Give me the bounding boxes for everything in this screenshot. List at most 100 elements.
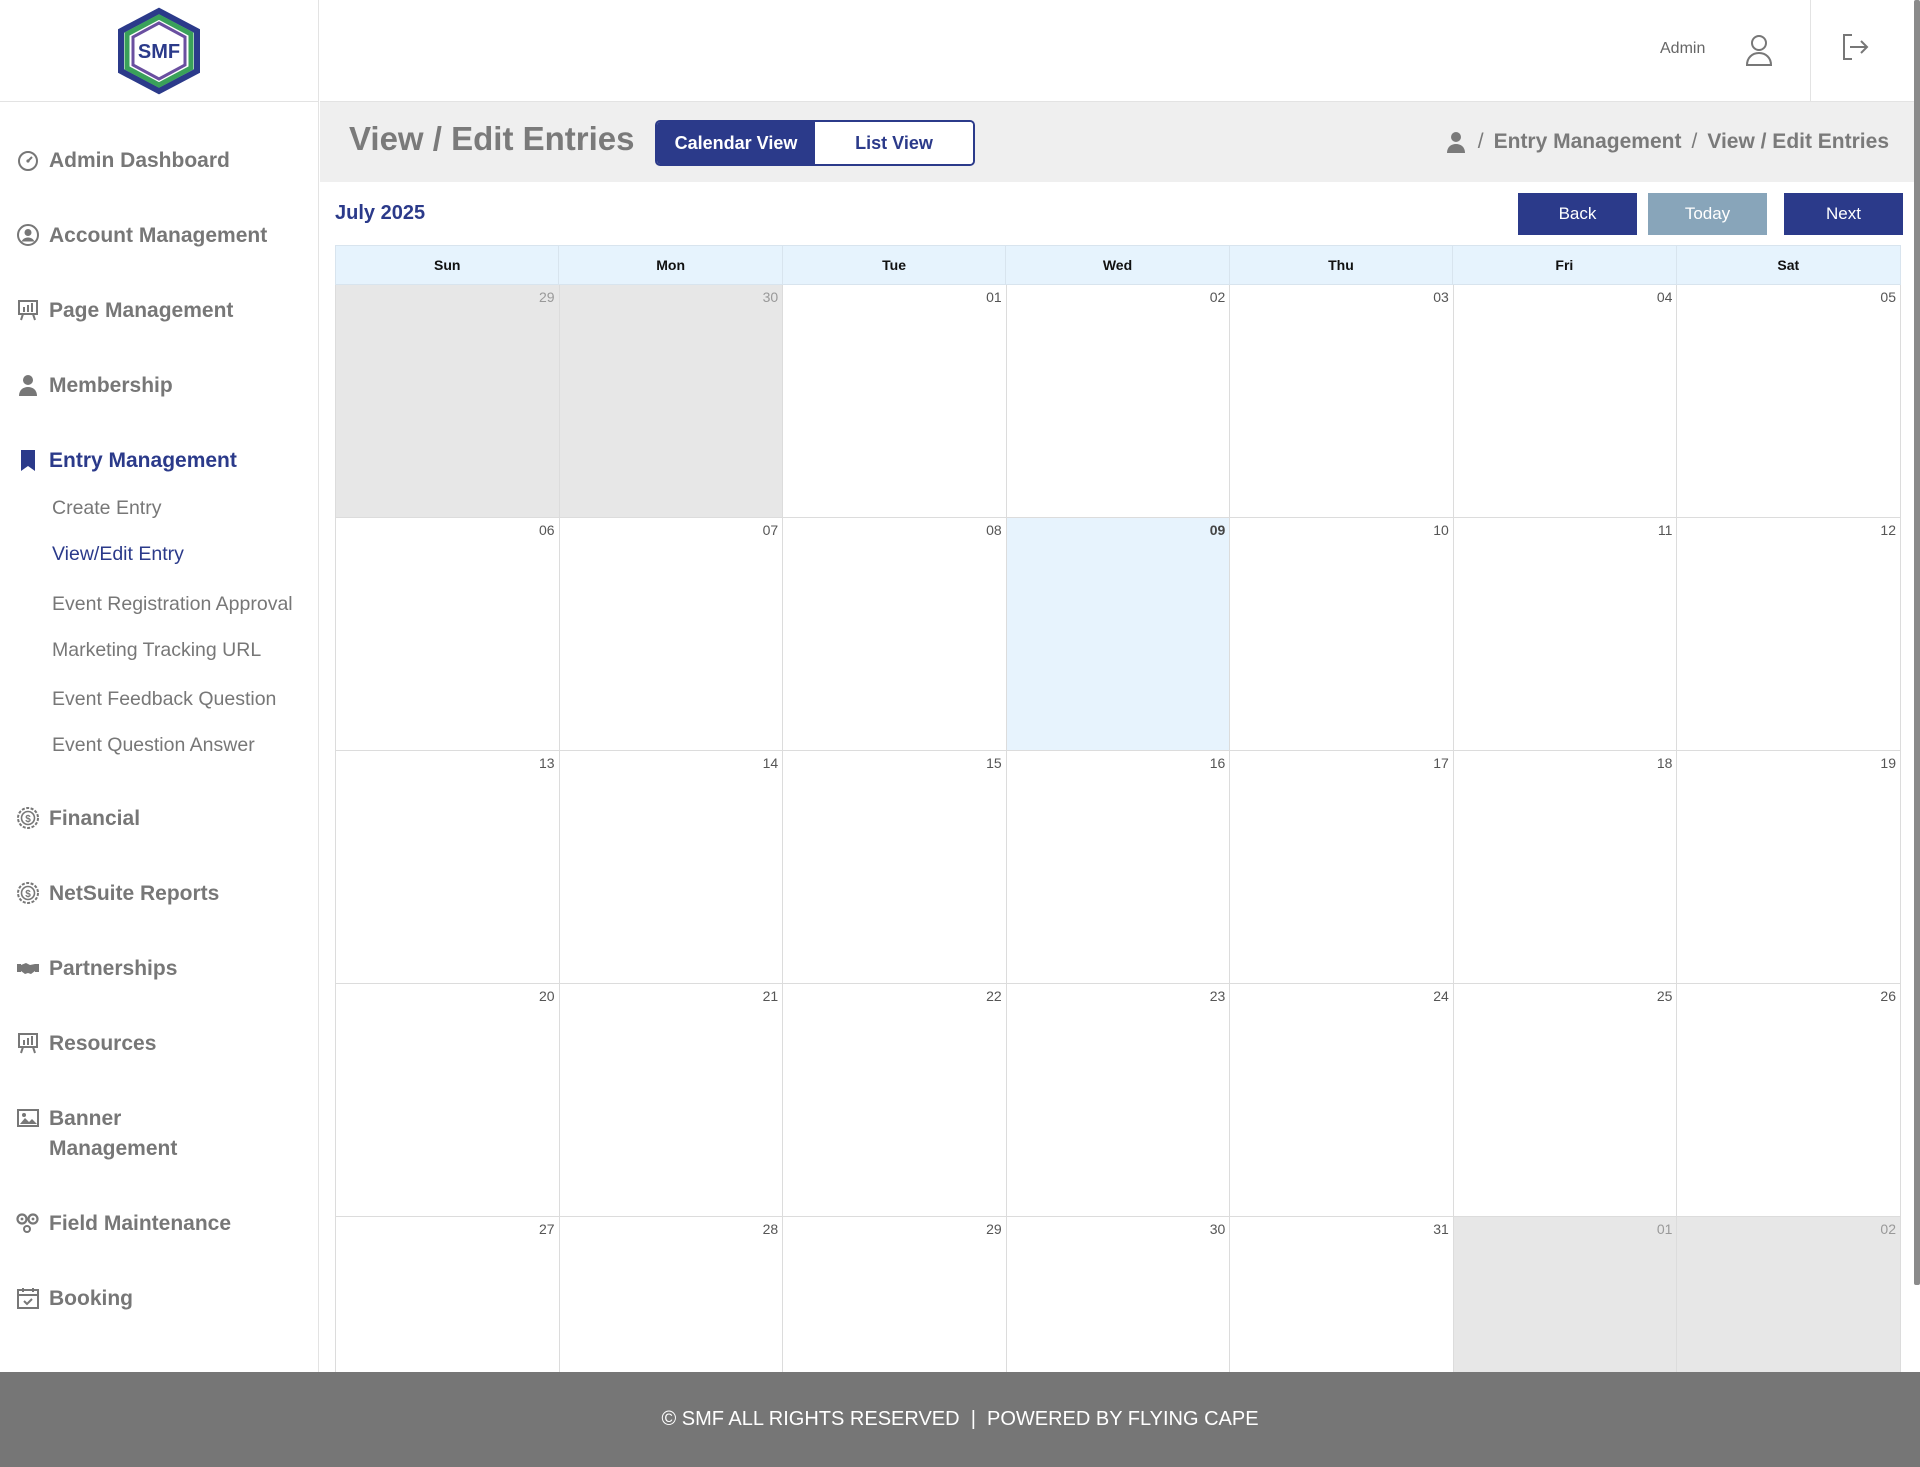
calendar-day-cell[interactable]: 29	[783, 1217, 1007, 1377]
weekday-sun: Sun	[336, 246, 560, 284]
person-icon	[14, 371, 42, 399]
day-number: 15	[986, 755, 1002, 771]
calendar-day-cell[interactable]: 16	[1006, 751, 1231, 984]
sidebar-item-page-management[interactable]: Page Management	[14, 296, 233, 326]
sidebar-item-label: Booking	[49, 1287, 133, 1310]
next-button[interactable]: Next	[1784, 193, 1903, 235]
sidebar-item-label: NetSuite Reports	[49, 882, 220, 905]
weekday-fri: Fri	[1453, 246, 1677, 284]
day-number: 26	[1880, 988, 1896, 1004]
sidebar-item-banner-management[interactable]: Banner Management	[14, 1104, 204, 1164]
calendar-day-cell[interactable]: 31	[1230, 1217, 1454, 1377]
sidebar-item-field-maintenance[interactable]: Field Maintenance	[14, 1209, 231, 1239]
subitem-view-edit-entry[interactable]: View/Edit Entry	[52, 543, 184, 566]
sidebar-item-label: Account Management	[49, 224, 268, 247]
calendar-day-cell[interactable]: 01	[783, 285, 1007, 518]
calendar-day-cell[interactable]: 12	[1677, 518, 1901, 751]
calendar-day-cell[interactable]: 04	[1453, 285, 1678, 518]
topbar: Admin	[320, 0, 1920, 102]
calendar-weekday-header: Sun Mon Tue Wed Thu Fri Sat	[335, 245, 1901, 285]
calendar-day-cell[interactable]: 08	[783, 518, 1007, 751]
day-number: 17	[1433, 755, 1449, 771]
presentation-icon	[14, 296, 42, 324]
sidebar-item-partnerships[interactable]: Partnerships	[14, 954, 177, 984]
calendar-day-cell[interactable]: 10	[1230, 518, 1454, 751]
calendar-day-cell[interactable]: 17	[1230, 751, 1454, 984]
breadcrumb-current-page: View / Edit Entries	[1707, 130, 1889, 153]
calendar-day-cell[interactable]: 24	[1230, 984, 1454, 1217]
calendar-day-cell[interactable]: 20	[336, 984, 560, 1217]
calendar-day-cell[interactable]: 18	[1453, 751, 1678, 984]
calendar-day-cell[interactable]: 28	[559, 1217, 784, 1377]
sidebar-item-admin-dashboard[interactable]: Admin Dashboard	[14, 146, 230, 176]
page-header: View / Edit Entries Calendar View List V…	[320, 102, 1920, 182]
calendar-day-cell[interactable]: 19	[1677, 751, 1901, 984]
breadcrumb-entry-management[interactable]: Entry Management	[1494, 130, 1682, 154]
subitem-event-registration-approval[interactable]: Event Registration Approval	[52, 593, 293, 616]
day-number: 02	[1209, 289, 1226, 305]
today-button[interactable]: Today	[1648, 193, 1767, 235]
back-button[interactable]: Back	[1518, 193, 1637, 235]
calendar-day-cell[interactable]: 14	[559, 751, 784, 984]
day-number: 28	[762, 1221, 779, 1237]
weekday-wed: Wed	[1006, 246, 1230, 284]
calendar-day-cell[interactable]: 13	[336, 751, 560, 984]
day-number: 14	[762, 755, 779, 771]
sidebar-item-label: Entry Management	[49, 449, 237, 472]
list-view-button[interactable]: List View	[815, 122, 973, 164]
calendar-day-cell[interactable]: 23	[1006, 984, 1231, 1217]
sidebar-item-entry-management[interactable]: Entry Management	[14, 446, 237, 476]
calendar-view-button[interactable]: Calendar View	[657, 122, 815, 164]
calendar-day-cell[interactable]: 26	[1677, 984, 1901, 1217]
day-number: 27	[538, 1221, 555, 1237]
sidebar-item-label: Admin Dashboard	[49, 149, 230, 172]
calendar-day-cell[interactable]: 03	[1230, 285, 1454, 518]
sidebar-item-financial[interactable]: $ Financial	[14, 804, 140, 834]
day-number: 11	[1657, 522, 1673, 538]
calendar-day-cell[interactable]: 02	[1006, 285, 1231, 518]
page-scrollbar[interactable]	[1914, 0, 1920, 1285]
calendar-day-cell[interactable]: 22	[783, 984, 1007, 1217]
subitem-marketing-tracking-url[interactable]: Marketing Tracking URL	[52, 639, 261, 662]
calendar-day-cell[interactable]: 11	[1453, 518, 1678, 751]
sidebar-item-booking[interactable]: Booking	[14, 1284, 133, 1314]
footer: © SMF ALL RIGHTS RESERVED | POWERED BY F…	[0, 1372, 1920, 1467]
smf-logo[interactable]: SMF	[111, 7, 207, 95]
person-icon[interactable]	[1446, 131, 1466, 153]
calendar-day-cell[interactable]: 02	[1677, 1217, 1901, 1377]
user-outline-icon[interactable]	[1745, 34, 1773, 66]
calendar-day-cell[interactable]: 07	[559, 518, 784, 751]
calendar-day-cell[interactable]: 15	[783, 751, 1007, 984]
calendar-day-cell-today[interactable]: 09	[1006, 518, 1231, 751]
calendar-day-cell[interactable]: 29	[336, 285, 560, 518]
day-number: 01	[986, 289, 1002, 305]
day-number: 24	[1433, 988, 1449, 1004]
sidebar-item-membership[interactable]: Membership	[14, 371, 173, 401]
calendar-day-cell[interactable]: 01	[1453, 1217, 1678, 1377]
calendar-day-cell[interactable]: 27	[336, 1217, 560, 1377]
calendar-day-cell[interactable]: 25	[1453, 984, 1678, 1217]
subitem-event-question-answer[interactable]: Event Question Answer	[52, 734, 255, 757]
sidebar-item-netsuite-reports[interactable]: $ NetSuite Reports	[14, 879, 219, 909]
logo-area: SMF	[0, 0, 318, 102]
dollar-gear-icon: $	[14, 879, 42, 907]
subitem-create-entry[interactable]: Create Entry	[52, 497, 161, 520]
day-number: 13	[538, 755, 555, 771]
calendar-day-cell[interactable]: 30	[559, 285, 784, 518]
calendar-day-cell[interactable]: 21	[559, 984, 784, 1217]
logout-icon[interactable]	[1840, 32, 1870, 62]
breadcrumb-separator: /	[1477, 130, 1484, 153]
sidebar-item-account-management[interactable]: Account Management	[14, 221, 267, 251]
day-number: 01	[1656, 1221, 1673, 1237]
calendar-day-cell[interactable]: 05	[1677, 285, 1901, 518]
day-number: 29	[986, 1221, 1002, 1237]
calendar-day-cell[interactable]: 06	[336, 518, 560, 751]
sidebar-item-resources[interactable]: Resources	[14, 1029, 156, 1059]
sidebar-item-label: Membership	[49, 374, 173, 397]
day-number: 08	[986, 522, 1002, 538]
day-number: 06	[538, 522, 555, 538]
calendar-day-cell[interactable]: 30	[1006, 1217, 1231, 1377]
day-number: 12	[1880, 522, 1896, 538]
user-name[interactable]: Admin	[1660, 40, 1705, 58]
subitem-event-feedback-question[interactable]: Event Feedback Question	[52, 688, 276, 711]
